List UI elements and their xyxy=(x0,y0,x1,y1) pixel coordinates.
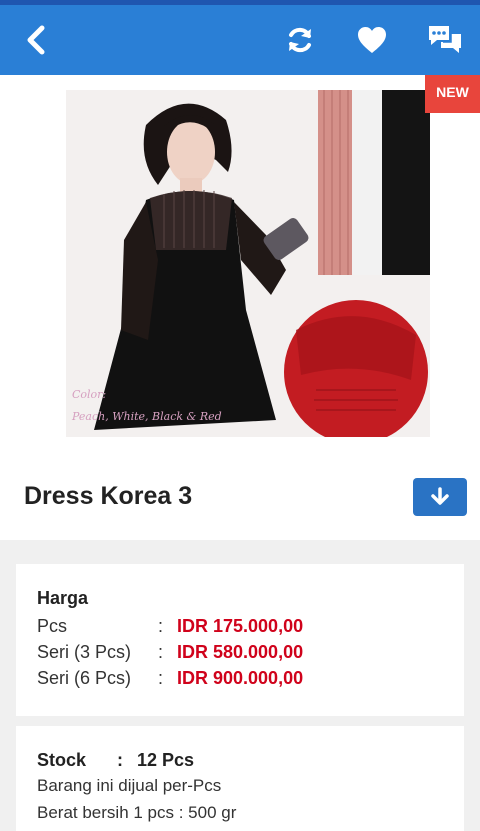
net-weight: Berat bersih 1 pcs : 500 gr xyxy=(37,803,237,822)
svg-text:Color:: Color: xyxy=(72,388,106,401)
product-photo: Color: Peach, White, Black & Red xyxy=(66,90,430,437)
stock-label: Stock xyxy=(37,750,87,770)
colon: : xyxy=(158,668,164,688)
colon: : xyxy=(158,616,164,636)
app-bar xyxy=(0,5,480,75)
price-label: Seri (3 Pcs) xyxy=(37,642,132,662)
price-value: IDR 175.000,00 xyxy=(177,616,304,636)
stock-value: 12 Pcs xyxy=(137,750,195,770)
price-value: IDR 580.000,00 xyxy=(177,642,304,662)
chat-bubbles-icon xyxy=(429,26,461,53)
svg-text:Peach, White, Black & Red: Peach, White, Black & Red xyxy=(71,410,222,423)
favorite-button[interactable] xyxy=(350,5,394,75)
colon: : xyxy=(117,750,123,770)
stock-line: Stock : 12 Pcs xyxy=(37,750,194,771)
price-row: Seri (3 Pcs) : IDR 580.000,00 xyxy=(37,642,457,668)
product-title: Dress Korea 3 xyxy=(24,482,193,510)
price-heading: Harga xyxy=(37,588,89,608)
new-badge: NEW xyxy=(425,75,480,113)
colon: : xyxy=(158,642,164,662)
price-row: Pcs : IDR 175.000,00 xyxy=(37,616,457,642)
chevron-left-icon xyxy=(27,25,45,55)
stock-card: Stock : 12 Pcs Barang ini dijual per-Pcs… xyxy=(16,726,464,831)
refresh-icon xyxy=(289,27,311,53)
product-title-bar: Dress Korea 3 xyxy=(0,454,480,540)
refresh-button[interactable] xyxy=(278,5,322,75)
price-row: Seri (6 Pcs) : IDR 900.000,00 xyxy=(37,668,457,694)
download-button[interactable] xyxy=(413,478,467,516)
sale-note: Barang ini dijual per-Pcs xyxy=(37,776,222,795)
arrow-down-icon xyxy=(431,487,449,505)
price-label: Seri (6 Pcs) xyxy=(37,668,132,688)
price-value: IDR 900.000,00 xyxy=(177,668,304,688)
price-label: Pcs xyxy=(37,616,68,636)
new-badge-text: NEW xyxy=(436,84,469,100)
price-card: Harga Pcs : IDR 175.000,00 Seri (3 Pcs) … xyxy=(16,564,464,716)
heart-icon xyxy=(358,27,386,53)
chat-button[interactable] xyxy=(420,5,470,75)
product-image-area[interactable]: Color: Peach, White, Black & Red NEW xyxy=(0,75,480,454)
back-button[interactable] xyxy=(14,5,58,75)
